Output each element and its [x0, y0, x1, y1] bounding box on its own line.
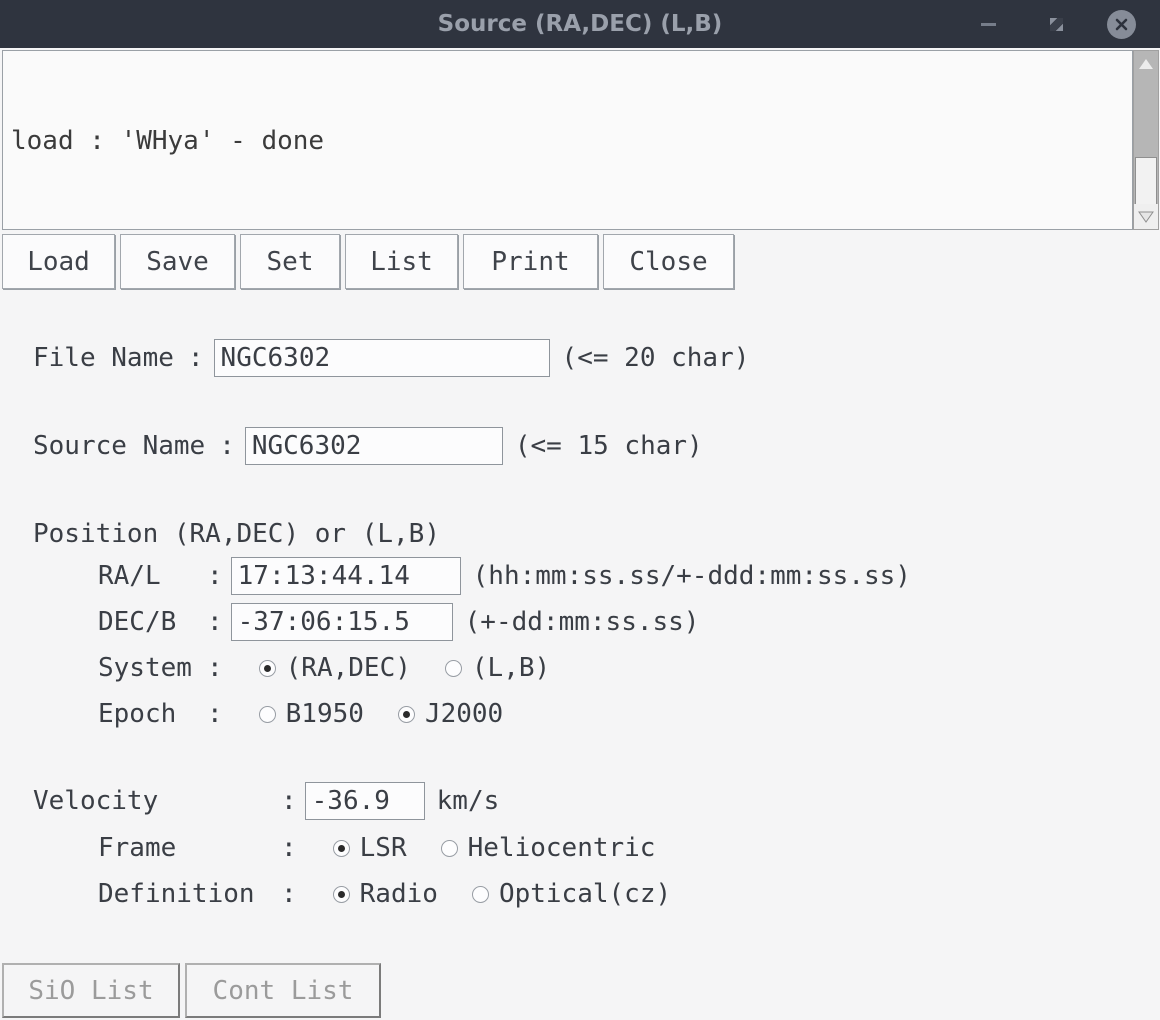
- source-dialog-window: Source (RA,DEC) (L,B) load : 'WHya' - do…: [0, 0, 1160, 1020]
- load-log-text: load : 'WHya' - done load : 'RAFGL4211' …: [2, 50, 1133, 230]
- system-radec-label: (RA,DEC): [285, 653, 411, 683]
- radio-icon: [332, 885, 350, 903]
- file-name-input[interactable]: [213, 339, 550, 377]
- system-label: System: [98, 653, 192, 683]
- radio-icon: [332, 839, 350, 857]
- file-name-hint: (<= 20 char): [561, 343, 750, 373]
- system-lb-label: (L,B): [471, 653, 551, 683]
- radio-icon: [440, 839, 458, 857]
- source-name-hint: (<= 15 char): [514, 431, 703, 461]
- scroll-up-button[interactable]: [1134, 51, 1158, 77]
- print-button[interactable]: Print: [463, 234, 598, 289]
- definition-radio-label: Radio: [359, 879, 438, 909]
- close-dialog-button[interactable]: Close: [603, 234, 734, 289]
- minimize-icon: [980, 22, 996, 26]
- source-name-input[interactable]: [244, 427, 503, 465]
- set-button[interactable]: Set: [240, 234, 340, 289]
- close-icon: [1106, 9, 1136, 39]
- cont-list-button[interactable]: Cont List: [185, 963, 381, 1018]
- definition-row: Definition : Radio Optical(cz): [98, 879, 672, 909]
- frame-heliocentric-radio[interactable]: Heliocentric: [440, 833, 656, 863]
- epoch-j2000-radio[interactable]: J2000: [397, 699, 504, 729]
- epoch-j2000-label: J2000: [424, 699, 504, 729]
- titlebar: Source (RA,DEC) (L,B): [0, 0, 1160, 48]
- position-section-header: Position (RA,DEC) or (L,B): [33, 519, 440, 549]
- scroll-down-icon: [1138, 211, 1154, 223]
- ra-label: RA/L: [98, 561, 161, 591]
- dec-label: DEC/B: [98, 607, 177, 637]
- frame-heliocentric-label: Heliocentric: [467, 833, 656, 863]
- system-radec-radio[interactable]: (RA,DEC): [258, 653, 411, 683]
- epoch-row: Epoch : B1950 J2000: [98, 699, 504, 729]
- log-scrollbar[interactable]: [1133, 50, 1159, 230]
- definition-optical-label: Optical(cz): [498, 879, 672, 909]
- dec-input[interactable]: [230, 603, 453, 641]
- radio-icon: [444, 659, 462, 677]
- definition-label: Definition: [98, 879, 255, 909]
- source-name-label: Source Name: [33, 431, 206, 461]
- epoch-b1950-radio[interactable]: B1950: [258, 699, 364, 729]
- save-button[interactable]: Save: [120, 234, 235, 289]
- minimize-button[interactable]: [972, 0, 1004, 48]
- ra-format-hint: (hh:mm:ss.ss/+-ddd:mm:ss.ss): [472, 561, 911, 591]
- scroll-down-button[interactable]: [1134, 204, 1158, 229]
- system-row: System : (RA,DEC) (L,B): [98, 653, 551, 683]
- epoch-label: Epoch: [98, 699, 177, 729]
- radio-icon: [258, 659, 276, 677]
- velocity-label: Velocity: [33, 786, 159, 816]
- file-name-row: File Name : (<= 20 char): [33, 339, 749, 377]
- log-line: load : 'WHya' - done: [11, 126, 325, 156]
- ra-input[interactable]: [230, 557, 461, 595]
- load-button[interactable]: Load: [2, 234, 115, 289]
- definition-optical-radio[interactable]: Optical(cz): [471, 879, 672, 909]
- velocity-input[interactable]: [304, 782, 425, 820]
- sio-list-button[interactable]: SiO List: [2, 963, 180, 1018]
- restore-icon: [1049, 17, 1063, 31]
- frame-row: Frame : LSR Heliocentric: [98, 833, 656, 863]
- frame-lsr-radio[interactable]: LSR: [332, 833, 407, 863]
- file-name-label: File Name: [33, 343, 174, 373]
- definition-radio-radio[interactable]: Radio: [332, 879, 438, 909]
- scrollbar-thumb[interactable]: [1135, 157, 1157, 205]
- dec-row: DEC/B : (+-dd:mm:ss.ss): [98, 603, 699, 641]
- frame-lsr-label: LSR: [359, 833, 407, 863]
- epoch-b1950-label: B1950: [285, 699, 364, 729]
- scroll-up-icon: [1139, 59, 1153, 69]
- dec-format-hint: (+-dd:mm:ss.ss): [464, 607, 700, 637]
- velocity-unit: km/s: [436, 786, 500, 816]
- close-button[interactable]: [1096, 0, 1146, 48]
- radio-icon: [471, 885, 489, 903]
- log-line: load : 'RAFGL4211' - done: [11, 226, 1124, 229]
- velocity-row: Velocity : km/s: [33, 782, 499, 820]
- restore-button[interactable]: [1038, 0, 1074, 48]
- footer-toolbar: SiO List Cont List: [2, 963, 381, 1018]
- radio-icon: [397, 705, 415, 723]
- source-name-row: Source Name : (<= 15 char): [33, 427, 703, 465]
- system-lb-radio[interactable]: (L,B): [444, 653, 551, 683]
- radio-icon: [258, 705, 276, 723]
- toolbar: Load Save Set List Print Close: [2, 234, 734, 289]
- ra-row: RA/L : (hh:mm:ss.ss/+-ddd:mm:ss.ss): [98, 557, 911, 595]
- frame-label: Frame: [98, 833, 177, 863]
- list-button[interactable]: List: [345, 234, 458, 289]
